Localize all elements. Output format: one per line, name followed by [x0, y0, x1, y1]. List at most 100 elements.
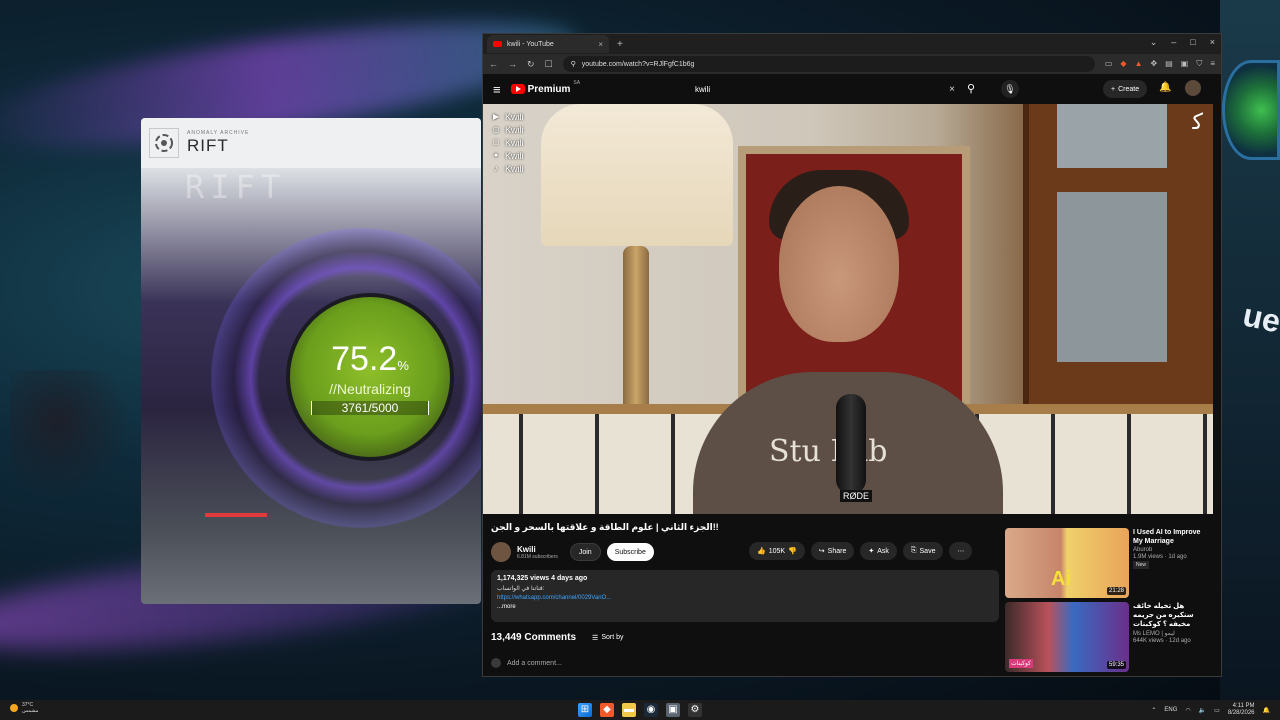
- share-button[interactable]: ↪ Share: [810, 542, 855, 560]
- scene-door-glass-top: [1057, 104, 1167, 168]
- reload-icon[interactable]: ↻: [527, 59, 535, 70]
- description-box[interactable]: 1,174,325 views 4 days ago قناتنا في الو…: [491, 570, 999, 622]
- create-button[interactable]: + Create: [1103, 80, 1148, 98]
- tab-title: kwili - YouTube: [507, 40, 554, 48]
- video-title: الجزء الثاني | علوم الطاقة و علاقتها بال…: [491, 522, 719, 532]
- weather-widget[interactable]: 37°C مشمس: [10, 702, 38, 714]
- mic-brand: RØDE: [840, 490, 873, 502]
- start-windows-icon[interactable]: ⊞: [578, 703, 592, 717]
- save-icon: ⎘: [910, 547, 917, 554]
- thumbnail-text: كوكبنات: [1009, 659, 1033, 668]
- snapchat-icon: ☖: [492, 138, 500, 147]
- sparkle-icon: ✦: [868, 548, 875, 555]
- thumbs-down-icon[interactable]: 👎: [788, 547, 797, 555]
- subscribe-button[interactable]: Subscribe: [606, 543, 654, 561]
- youtube-brand: Premium: [527, 83, 571, 95]
- app-icon[interactable]: ▣: [666, 703, 680, 717]
- battery-icon[interactable]: ▭: [1214, 707, 1220, 714]
- back-icon[interactable]: ←: [489, 59, 498, 69]
- settings-gear-icon[interactable]: ⚙: [688, 703, 702, 717]
- close-window-button[interactable]: ×: [1210, 37, 1215, 48]
- cast-icon[interactable]: ▭: [1105, 59, 1113, 69]
- address-bar: ← → ↻ ☐ ⚲ youtube.com/watch?v=RJlFgfC1b6…: [483, 54, 1221, 74]
- youtube-favicon-icon: [493, 41, 502, 47]
- notification-icon[interactable]: 🔔: [1263, 707, 1270, 714]
- brave-rewards-icon[interactable]: ▲: [1135, 59, 1143, 69]
- recommendation-meta: 644K views · 12d ago: [1133, 638, 1191, 644]
- search-icon[interactable]: ⚲: [967, 82, 975, 95]
- plus-icon: +: [1111, 85, 1116, 93]
- microphone-icon[interactable]: 🎙: [1001, 80, 1019, 98]
- steam-icon[interactable]: ◉: [644, 703, 658, 717]
- youtube-play-icon: [510, 84, 525, 94]
- forward-icon[interactable]: →: [508, 59, 517, 69]
- wifi-icon[interactable]: ◠: [1185, 707, 1190, 714]
- channel-name[interactable]: Kwili: [517, 545, 558, 554]
- recommendation-item[interactable]: كوكبنات 59:35 هل تخيله خائف سنكبره من جر…: [1005, 602, 1205, 672]
- twitter-icon: ✦: [492, 151, 500, 160]
- account-avatar[interactable]: [1185, 80, 1201, 96]
- social-item: ✦ Kwili: [492, 151, 524, 161]
- video-player[interactable]: Stu Lab RØDE ▶ Kwili ◎ Kwili ☖ Kwili ✦ K…: [483, 104, 1213, 514]
- recommendation-title[interactable]: I Used AI to Improve My Marriage: [1133, 528, 1205, 546]
- taskbar: 37°C مشمس ⊞ ◆ ▬ ◉ ▣ ⚙ ⌃ ENG ◠ 🔈 ▭ 4:11 P…: [0, 700, 1280, 720]
- add-comment-row[interactable]: Add a comment...: [491, 658, 562, 668]
- like-button[interactable]: 👍 105K 👎: [749, 542, 805, 560]
- brave-browser-icon[interactable]: ◆: [600, 703, 614, 717]
- recommendation-thumbnail[interactable]: Ai 21:28: [1005, 528, 1129, 598]
- join-button[interactable]: Join: [569, 543, 601, 561]
- language-indicator[interactable]: ENG: [1164, 707, 1177, 713]
- file-explorer-icon[interactable]: ▬: [622, 703, 636, 717]
- clear-search-icon[interactable]: ×: [949, 84, 955, 95]
- recommendation-channel: Aburob: [1133, 547, 1153, 553]
- tray-chevron-icon[interactable]: ⌃: [1151, 707, 1156, 714]
- social-item: ♪ Kwili: [491, 164, 524, 174]
- maximize-button[interactable]: □: [1190, 37, 1195, 48]
- create-label: Create: [1118, 85, 1140, 93]
- comments-header: 13,449 Comments ☰ Sort by: [491, 632, 624, 643]
- recommendation-title[interactable]: هل تخيله خائف سنكبره من جريمه مخيفه ؟ كو…: [1133, 602, 1205, 629]
- clock[interactable]: 4:11 PM 8/28/2026: [1228, 703, 1255, 717]
- description-link[interactable]: https://whatsapp.com/channel/0029VanO...: [497, 595, 993, 601]
- rift-count: 3761/5000: [311, 400, 429, 415]
- youtube-logo[interactable]: Premium SA: [510, 80, 580, 95]
- tab-close-icon[interactable]: ×: [598, 40, 603, 49]
- notifications-bell-icon[interactable]: 🔔: [1159, 82, 1171, 93]
- volume-icon[interactable]: 🔈: [1199, 707, 1206, 714]
- search-input[interactable]: kwili ×: [687, 78, 965, 100]
- recommendation-meta: 1.9M views · 1d ago: [1133, 554, 1187, 560]
- ask-button[interactable]: ✦ Ask: [860, 542, 897, 560]
- chevron-down-icon[interactable]: ⌄: [1150, 37, 1158, 48]
- recommendation-thumbnail[interactable]: كوكبنات 59:35: [1005, 602, 1129, 672]
- url-field[interactable]: ⚲ youtube.com/watch?v=RJlFgfC1b6g: [562, 56, 1095, 72]
- extensions-icon[interactable]: ✥: [1151, 59, 1158, 69]
- hamburger-icon[interactable]: ≡: [493, 82, 501, 97]
- show-more-link[interactable]: ...more: [497, 604, 993, 610]
- tab-youtube[interactable]: kwili - YouTube ×: [487, 35, 609, 53]
- menu-icon[interactable]: ≡: [1210, 59, 1215, 69]
- bookmark-icon[interactable]: ☐: [545, 59, 553, 70]
- youtube-region: SA: [573, 80, 581, 86]
- add-comment-input[interactable]: Add a comment...: [507, 660, 562, 667]
- sidebar-icon[interactable]: ▤: [1165, 59, 1173, 69]
- social-item: ▶ Kwili: [492, 112, 524, 122]
- subscriber-count: 6.81M subscribers: [517, 553, 558, 560]
- video-actions: 👍 105K 👎 ↪ Share ✦ Ask ⎘ Save ⋯: [749, 542, 973, 560]
- save-button[interactable]: ⎘ Save: [902, 542, 944, 560]
- sort-button[interactable]: ☰ Sort by: [592, 634, 623, 642]
- video-duration: 21:28: [1106, 587, 1126, 595]
- tab-bar: kwili - YouTube × + ⌄ – □ ×: [483, 34, 1221, 54]
- brave-shield-icon[interactable]: ◆: [1120, 59, 1126, 69]
- rift-percent: 75.2%: [331, 339, 409, 378]
- more-actions-button[interactable]: ⋯: [949, 542, 973, 560]
- new-tab-button[interactable]: +: [617, 39, 623, 50]
- recommendation-item[interactable]: Ai 21:28 I Used AI to Improve My Marriag…: [1005, 528, 1205, 598]
- rift-logo-icon: [149, 128, 179, 158]
- minimize-button[interactable]: –: [1171, 37, 1176, 48]
- wallpaper-character: [10, 370, 130, 500]
- channel-avatar[interactable]: [491, 542, 511, 562]
- browser-window: kwili - YouTube × + ⌄ – □ × ← → ↻ ☐ ⚲ yo…: [482, 33, 1222, 677]
- wallet-icon[interactable]: ▣: [1181, 59, 1189, 69]
- site-info-icon[interactable]: ⚲: [571, 60, 576, 68]
- vpn-icon[interactable]: ⛉: [1196, 59, 1202, 69]
